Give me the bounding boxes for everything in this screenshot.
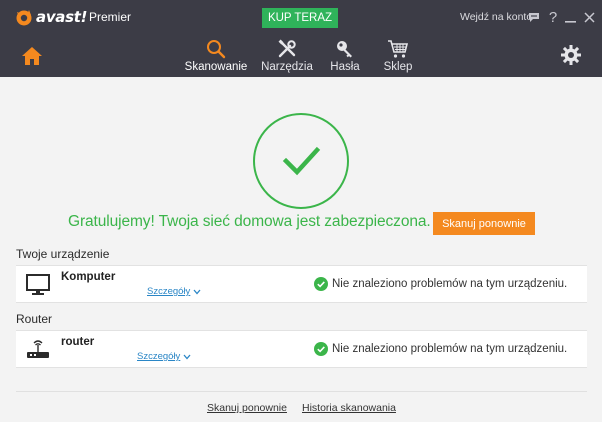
details-label: Szczegóły [147, 286, 191, 297]
nav-scan[interactable]: Skanowanie [185, 37, 247, 77]
main-nav: Skanowanie Narzędzia Hasła Sklep [0, 34, 602, 77]
minimize-icon[interactable] [562, 8, 578, 26]
device-name: Komputer [61, 271, 116, 283]
key-icon [335, 37, 355, 59]
monitor-icon [26, 274, 50, 301]
device-name: router [61, 336, 95, 348]
device-status-text: Nie znaleziono problemów na tym urządzen… [332, 278, 568, 290]
nav-tools[interactable]: Narzędzia [258, 37, 316, 77]
chat-icon[interactable] [526, 8, 542, 26]
nav-passwords[interactable]: Hasła [328, 37, 362, 77]
edition-label: Premier [89, 10, 132, 24]
device-card-router: router Szczegóły Nie znaleziono problemó… [16, 330, 587, 368]
title-bar: avast! Premier KUP TERAZ Wejdź na konto … [0, 0, 602, 34]
nav-shop-label: Sklep [383, 61, 413, 73]
scan-history-link[interactable]: Historia skanowania [302, 402, 396, 414]
account-link[interactable]: Wejdź na konto [460, 11, 532, 23]
nav-passwords-label: Hasła [330, 61, 360, 73]
footer-divider [16, 391, 587, 392]
router-icon [26, 339, 50, 366]
cart-icon [387, 37, 409, 59]
details-link[interactable]: Szczegóły [137, 351, 191, 362]
rescan-button[interactable]: Skanuj ponownie [433, 212, 535, 235]
chevron-down-icon [193, 289, 201, 295]
gear-icon[interactable] [560, 44, 582, 66]
ok-check-icon [314, 342, 328, 356]
home-icon[interactable] [14, 42, 50, 70]
nav-tools-label: Narzędzia [261, 61, 313, 73]
avast-logo: avast! [14, 7, 87, 27]
nav-scan-label: Skanowanie [184, 61, 248, 73]
close-icon[interactable] [581, 8, 597, 26]
buy-now-button[interactable]: KUP TERAZ [262, 8, 338, 28]
device-status: Nie znaleziono problemów na tym urządzen… [314, 342, 567, 356]
device-status-text: Nie znaleziono problemów na tym urządzen… [332, 343, 568, 355]
success-check-icon [253, 113, 349, 209]
ok-check-icon [314, 277, 328, 291]
brand-name: avast! [36, 8, 88, 26]
chevron-down-icon [183, 354, 191, 360]
section-title-router: Router [16, 312, 53, 326]
section-title-device: Twoje urządzenie [16, 247, 110, 261]
details-label: Szczegóły [137, 351, 181, 362]
avast-logo-icon [16, 10, 32, 26]
tools-icon [277, 37, 297, 59]
device-status: Nie znaleziono problemów na tym urządzen… [314, 277, 567, 291]
device-card-computer: Komputer Szczegóły Nie znaleziono proble… [16, 265, 587, 303]
scan-result-message: Gratulujemy! Twoja sieć domowa jest zabe… [68, 213, 431, 230]
help-icon[interactable]: ? [545, 8, 561, 26]
footer-rescan-link[interactable]: Skanuj ponownie [207, 402, 287, 414]
details-link[interactable]: Szczegóły [147, 286, 201, 297]
nav-shop[interactable]: Sklep [381, 37, 415, 77]
magnifier-icon [206, 37, 226, 59]
